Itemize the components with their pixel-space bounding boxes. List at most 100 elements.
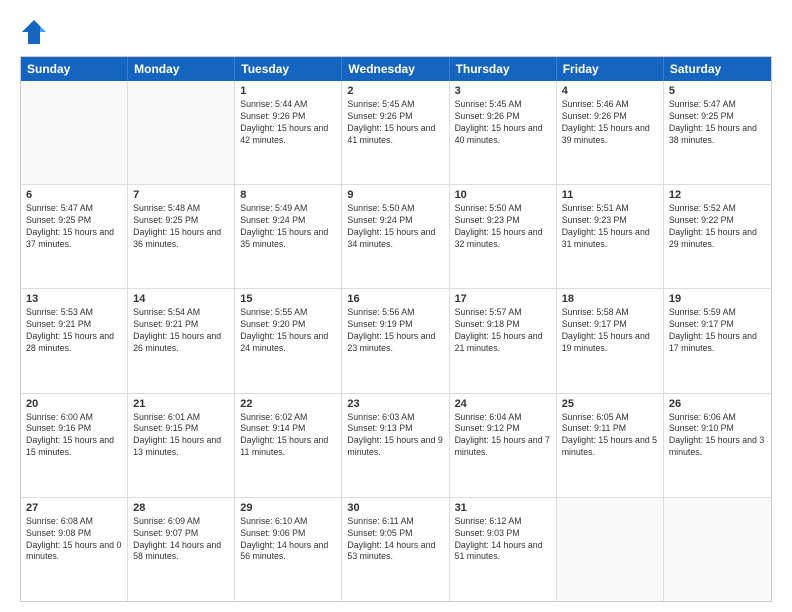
day-number: 10 (455, 189, 551, 201)
header-cell-friday: Friday (557, 57, 664, 81)
day-number: 23 (347, 398, 443, 410)
calendar-cell: 15 Sunrise: 5:55 AMSunset: 9:20 PMDayligh… (235, 289, 342, 392)
calendar-cell: 3 Sunrise: 5:45 AMSunset: 9:26 PMDaylight… (450, 81, 557, 184)
calendar-row-4: 20 Sunrise: 6:00 AMSunset: 9:16 PMDayligh… (21, 394, 771, 498)
calendar-cell: 29 Sunrise: 6:10 AMSunset: 9:06 PMDayligh… (235, 498, 342, 601)
header-cell-monday: Monday (128, 57, 235, 81)
calendar-cell: 6 Sunrise: 5:47 AMSunset: 9:25 PMDaylight… (21, 185, 128, 288)
header-cell-tuesday: Tuesday (235, 57, 342, 81)
day-number: 6 (26, 189, 122, 201)
header-cell-saturday: Saturday (664, 57, 771, 81)
calendar-cell: 17 Sunrise: 5:57 AMSunset: 9:18 PMDayligh… (450, 289, 557, 392)
cell-info: Sunrise: 5:44 AMSunset: 9:26 PMDaylight:… (240, 99, 336, 147)
cell-info: Sunrise: 5:46 AMSunset: 9:26 PMDaylight:… (562, 99, 658, 147)
cell-info: Sunrise: 6:08 AMSunset: 9:08 PMDaylight:… (26, 516, 122, 564)
day-number: 21 (133, 398, 229, 410)
calendar-cell (128, 81, 235, 184)
calendar-cell (664, 498, 771, 601)
cell-info: Sunrise: 6:04 AMSunset: 9:12 PMDaylight:… (455, 412, 551, 460)
day-number: 25 (562, 398, 658, 410)
logo (20, 18, 52, 46)
cell-info: Sunrise: 5:51 AMSunset: 9:23 PMDaylight:… (562, 203, 658, 251)
cell-info: Sunrise: 5:56 AMSunset: 9:19 PMDaylight:… (347, 307, 443, 355)
cell-info: Sunrise: 5:53 AMSunset: 9:21 PMDaylight:… (26, 307, 122, 355)
cell-info: Sunrise: 6:03 AMSunset: 9:13 PMDaylight:… (347, 412, 443, 460)
day-number: 14 (133, 293, 229, 305)
day-number: 1 (240, 85, 336, 97)
calendar: SundayMondayTuesdayWednesdayThursdayFrid… (20, 56, 772, 602)
calendar-cell: 28Sunrise: 6:09 AMSunset: 9:07 PMDayligh… (128, 498, 235, 601)
day-number: 13 (26, 293, 122, 305)
cell-info: Sunrise: 6:12 AMSunset: 9:03 PMDaylight:… (455, 516, 551, 564)
cell-info: Sunrise: 6:06 AMSunset: 9:10 PMDaylight:… (669, 412, 766, 460)
logo-icon (20, 18, 48, 46)
cell-info: Sunrise: 6:05 AMSunset: 9:11 PMDaylight:… (562, 412, 658, 460)
cell-info: Sunrise: 6:01 AMSunset: 9:15 PMDaylight:… (133, 412, 229, 460)
cell-info: Sunrise: 5:45 AMSunset: 9:26 PMDaylight:… (347, 99, 443, 147)
calendar-cell: 1 Sunrise: 5:44 AMSunset: 9:26 PMDaylight… (235, 81, 342, 184)
day-number: 11 (562, 189, 658, 201)
calendar-cell: 30Sunrise: 6:11 AMSunset: 9:05 PMDayligh… (342, 498, 449, 601)
header-cell-thursday: Thursday (450, 57, 557, 81)
calendar-cell: 31 Sunrise: 6:12 AMSunset: 9:03 PMDayligh… (450, 498, 557, 601)
cell-info: Sunrise: 6:09 AMSunset: 9:07 PMDaylight:… (133, 516, 229, 564)
cell-info: Sunrise: 5:47 AMSunset: 9:25 PMDaylight:… (26, 203, 122, 251)
calendar-cell: 2Sunrise: 5:45 AMSunset: 9:26 PMDaylight… (342, 81, 449, 184)
cell-info: Sunrise: 6:02 AMSunset: 9:14 PMDaylight:… (240, 412, 336, 460)
calendar-cell: 27 Sunrise: 6:08 AMSunset: 9:08 PMDayligh… (21, 498, 128, 601)
cell-info: Sunrise: 5:52 AMSunset: 9:22 PMDaylight:… (669, 203, 766, 251)
cell-info: Sunrise: 6:10 AMSunset: 9:06 PMDaylight:… (240, 516, 336, 564)
day-number: 5 (669, 85, 766, 97)
day-number: 26 (669, 398, 766, 410)
calendar-cell: 21 Sunrise: 6:01 AMSunset: 9:15 PMDayligh… (128, 394, 235, 497)
day-number: 29 (240, 502, 336, 514)
day-number: 18 (562, 293, 658, 305)
day-number: 16 (347, 293, 443, 305)
cell-info: Sunrise: 5:47 AMSunset: 9:25 PMDaylight:… (669, 99, 766, 147)
calendar-cell: 24 Sunrise: 6:04 AMSunset: 9:12 PMDayligh… (450, 394, 557, 497)
cell-info: Sunrise: 5:45 AMSunset: 9:26 PMDaylight:… (455, 99, 551, 147)
calendar-cell (21, 81, 128, 184)
calendar-cell: 5 Sunrise: 5:47 AMSunset: 9:25 PMDaylight… (664, 81, 771, 184)
page: SundayMondayTuesdayWednesdayThursdayFrid… (0, 0, 792, 612)
calendar-cell: 16 Sunrise: 5:56 AMSunset: 9:19 PMDayligh… (342, 289, 449, 392)
calendar-body: 1 Sunrise: 5:44 AMSunset: 9:26 PMDaylight… (21, 81, 771, 601)
calendar-cell: 8Sunrise: 5:49 AMSunset: 9:24 PMDaylight… (235, 185, 342, 288)
calendar-cell: 18 Sunrise: 5:58 AMSunset: 9:17 PMDayligh… (557, 289, 664, 392)
calendar-cell (557, 498, 664, 601)
header-cell-sunday: Sunday (21, 57, 128, 81)
calendar-row-2: 6 Sunrise: 5:47 AMSunset: 9:25 PMDaylight… (21, 185, 771, 289)
day-number: 31 (455, 502, 551, 514)
calendar-header-row: SundayMondayTuesdayWednesdayThursdayFrid… (21, 57, 771, 81)
cell-info: Sunrise: 5:49 AMSunset: 9:24 PMDaylight:… (240, 203, 336, 251)
cell-info: Sunrise: 5:59 AMSunset: 9:17 PMDaylight:… (669, 307, 766, 355)
calendar-cell: 19Sunrise: 5:59 AMSunset: 9:17 PMDayligh… (664, 289, 771, 392)
cell-info: Sunrise: 6:11 AMSunset: 9:05 PMDaylight:… (347, 516, 443, 564)
cell-info: Sunrise: 5:58 AMSunset: 9:17 PMDaylight:… (562, 307, 658, 355)
calendar-cell: 23 Sunrise: 6:03 AMSunset: 9:13 PMDayligh… (342, 394, 449, 497)
day-number: 3 (455, 85, 551, 97)
calendar-row-5: 27 Sunrise: 6:08 AMSunset: 9:08 PMDayligh… (21, 498, 771, 601)
calendar-cell: 25 Sunrise: 6:05 AMSunset: 9:11 PMDayligh… (557, 394, 664, 497)
day-number: 27 (26, 502, 122, 514)
calendar-cell: 12 Sunrise: 5:52 AMSunset: 9:22 PMDayligh… (664, 185, 771, 288)
calendar-cell: 4Sunrise: 5:46 AMSunset: 9:26 PMDaylight… (557, 81, 664, 184)
calendar-cell: 14Sunrise: 5:54 AMSunset: 9:21 PMDayligh… (128, 289, 235, 392)
day-number: 17 (455, 293, 551, 305)
day-number: 15 (240, 293, 336, 305)
cell-info: Sunrise: 5:50 AMSunset: 9:24 PMDaylight:… (347, 203, 443, 251)
day-number: 7 (133, 189, 229, 201)
cell-info: Sunrise: 5:55 AMSunset: 9:20 PMDaylight:… (240, 307, 336, 355)
cell-info: Sunrise: 5:57 AMSunset: 9:18 PMDaylight:… (455, 307, 551, 355)
calendar-cell: 9Sunrise: 5:50 AMSunset: 9:24 PMDaylight… (342, 185, 449, 288)
day-number: 12 (669, 189, 766, 201)
cell-info: Sunrise: 6:00 AMSunset: 9:16 PMDaylight:… (26, 412, 122, 460)
calendar-cell: 13 Sunrise: 5:53 AMSunset: 9:21 PMDayligh… (21, 289, 128, 392)
calendar-cell: 20 Sunrise: 6:00 AMSunset: 9:16 PMDayligh… (21, 394, 128, 497)
cell-info: Sunrise: 5:50 AMSunset: 9:23 PMDaylight:… (455, 203, 551, 251)
day-number: 20 (26, 398, 122, 410)
calendar-cell: 10 Sunrise: 5:50 AMSunset: 9:23 PMDayligh… (450, 185, 557, 288)
day-number: 24 (455, 398, 551, 410)
calendar-cell: 11 Sunrise: 5:51 AMSunset: 9:23 PMDayligh… (557, 185, 664, 288)
calendar-cell: 22Sunrise: 6:02 AMSunset: 9:14 PMDayligh… (235, 394, 342, 497)
